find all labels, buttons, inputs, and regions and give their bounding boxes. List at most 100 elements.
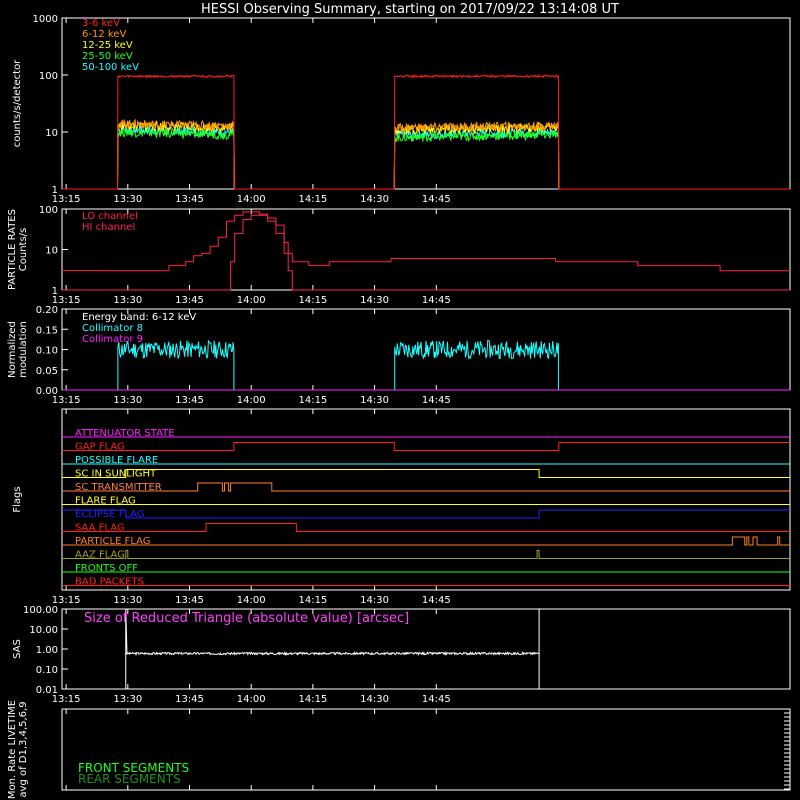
y-tick-label: 0.01 <box>36 685 58 696</box>
x-tick-label: 13:45 <box>175 595 204 606</box>
y-axis-label: PARTICLE RATES <box>7 209 18 290</box>
flag-label: AAZ FLAG <box>75 550 125 561</box>
x-tick-label: 14:45 <box>422 694 451 705</box>
y-tick-label: 1 <box>52 185 58 196</box>
hessi-summary-figure: HESSI Observing Summary, starting on 201… <box>7 2 791 799</box>
y-tick-label: 0.10 <box>36 665 58 676</box>
legend-entry: Collimator 8 <box>82 323 143 334</box>
x-tick-label: 13:30 <box>113 295 142 306</box>
legend-entry: 25-50 keV <box>82 51 133 62</box>
x-tick-label: 13:45 <box>175 295 204 306</box>
y-axis-label: Counts/s <box>18 228 29 272</box>
legend-entry: 12-25 keV <box>82 40 133 51</box>
y-tick-label: 1.00 <box>36 645 58 656</box>
x-tick-label: 14:15 <box>298 395 327 406</box>
series-line <box>62 211 790 272</box>
y-tick-label: 0.15 <box>36 325 58 336</box>
x-tick-label: 14:30 <box>360 595 389 606</box>
y-axis-label: avg of D1,3,4,5,6,9 <box>18 701 29 797</box>
panel-frame <box>61 17 791 190</box>
x-tick-label: 14:00 <box>237 395 266 406</box>
plot-panels: 13:15 13:30 13:45 14:00 14:15 14:30 14:4511010… <box>7 14 791 799</box>
y-tick-label: 100 <box>39 71 58 82</box>
x-tick-label: 14:00 <box>237 194 266 205</box>
legend-entry: Collimator 9 <box>82 334 143 345</box>
series-line <box>62 214 790 291</box>
x-tick-label: 13:30 <box>113 194 142 205</box>
x-tick-label: 14:30 <box>360 194 389 205</box>
x-tick-label: 13:45 <box>175 395 204 406</box>
flag-label: SAA FLAG <box>75 523 125 534</box>
flag-line <box>62 442 790 451</box>
x-tick-label: 14:30 <box>360 694 389 705</box>
legend-entry: HI channel <box>82 222 135 233</box>
y-tick-label: 1 <box>52 286 58 297</box>
collimator-8-series <box>394 340 559 390</box>
collimator-8-series <box>117 339 235 390</box>
flag-label: ATTENUATOR STATE <box>75 428 175 439</box>
y-tick-label: 0.05 <box>36 366 58 377</box>
x-tick-label: 14:00 <box>237 694 266 705</box>
x-tick-label: 14:00 <box>237 595 266 606</box>
sas-annotation: Size of Reduced Triangle (absolute value… <box>84 611 409 626</box>
series-line <box>62 127 790 190</box>
x-tick-label: 14:45 <box>422 595 451 606</box>
panel-4: 13:15 13:30 13:45 14:00 14:15 14:30 14:45Flags… <box>12 408 791 606</box>
panel-frame <box>61 208 791 291</box>
y-axis-label: counts/s/detector <box>12 59 23 147</box>
legend-entry: LO channel <box>82 211 138 222</box>
x-tick-label: 13:45 <box>175 194 204 205</box>
figure-title: HESSI Observing Summary, starting on 201… <box>201 2 619 17</box>
x-tick-label: 14:15 <box>298 194 327 205</box>
x-tick-label: 14:00 <box>237 295 266 306</box>
flag-label: SC TRANSMITTER <box>75 482 162 493</box>
flag-label: POSSIBLE FLARE <box>75 455 158 466</box>
flag-line <box>62 469 790 478</box>
x-tick-label: 13:45 <box>175 694 204 705</box>
panel-3: 13:15 13:30 13:45 14:00 14:15 14:30 14:450.000… <box>7 305 791 406</box>
x-tick-label: 14:45 <box>422 395 451 406</box>
x-tick-label: 14:30 <box>360 295 389 306</box>
y-tick-label: 100.00 <box>23 605 58 616</box>
legend-entry: 6-12 keV <box>82 29 126 40</box>
x-tick-label: 13:30 <box>113 395 142 406</box>
y-tick-label: 0.10 <box>36 346 58 357</box>
y-axis-label: SAS <box>12 639 23 659</box>
y-tick-label: 100 <box>39 205 58 216</box>
x-tick-label: 13:30 <box>113 595 142 606</box>
x-tick-label: 14:15 <box>298 595 327 606</box>
y-tick-label: 10 <box>45 128 58 139</box>
x-tick-label: 14:15 <box>298 694 327 705</box>
flag-label: ECLIPSE FLAG <box>75 509 145 520</box>
x-tick-label: 14:30 <box>360 395 389 406</box>
y-axis-label: Mon. Rate LIVETIME <box>7 700 18 799</box>
y-tick-label: 10.00 <box>29 625 58 636</box>
panel-1: 13:15 13:30 13:45 14:00 14:15 14:30 14:4511010… <box>12 14 791 205</box>
x-tick-label: 14:45 <box>422 295 451 306</box>
flag-line <box>62 536 790 546</box>
y-tick-label: 10 <box>45 246 58 257</box>
x-tick-label: 14:15 <box>298 295 327 306</box>
legend-entry: REAR SEGMENTS <box>78 772 181 786</box>
legend-entry: 50-100 keV <box>82 62 139 73</box>
x-tick-label: 14:45 <box>422 194 451 205</box>
flag-label: FRONTS OFF <box>75 563 138 574</box>
panel-5: 13:15 13:30 13:45 14:00 14:15 14:30 14:450.010… <box>12 605 791 705</box>
flag-label: SC IN SUNLIGHT <box>75 469 157 480</box>
flag-line <box>62 523 790 532</box>
panel-6: Mon. Rate LIVETIME avg of D1,3,4,5,6,9 FRO… <box>7 700 791 799</box>
y-axis-label: Normalized <box>7 321 18 378</box>
flag-label: FLARE FLAG <box>75 496 136 507</box>
y-axis-label: modulation <box>18 321 29 378</box>
flag-line <box>62 509 790 519</box>
y-tick-label: 0.00 <box>36 386 58 397</box>
legend-entry: Energy band: 6-12 keV <box>82 312 196 323</box>
flag-label: PARTICLE FLAG <box>75 536 151 547</box>
flag-line <box>62 482 790 492</box>
y-tick-label: 1000 <box>33 14 58 25</box>
legend-entry: 3-6 keV <box>82 18 120 29</box>
panel-2: 13:15 13:30 13:45 14:00 14:15 14:30 14:4511010… <box>7 205 791 306</box>
x-tick-label: 13:30 <box>113 694 142 705</box>
y-tick-label: 0.20 <box>36 305 58 316</box>
flag-line <box>62 550 790 559</box>
